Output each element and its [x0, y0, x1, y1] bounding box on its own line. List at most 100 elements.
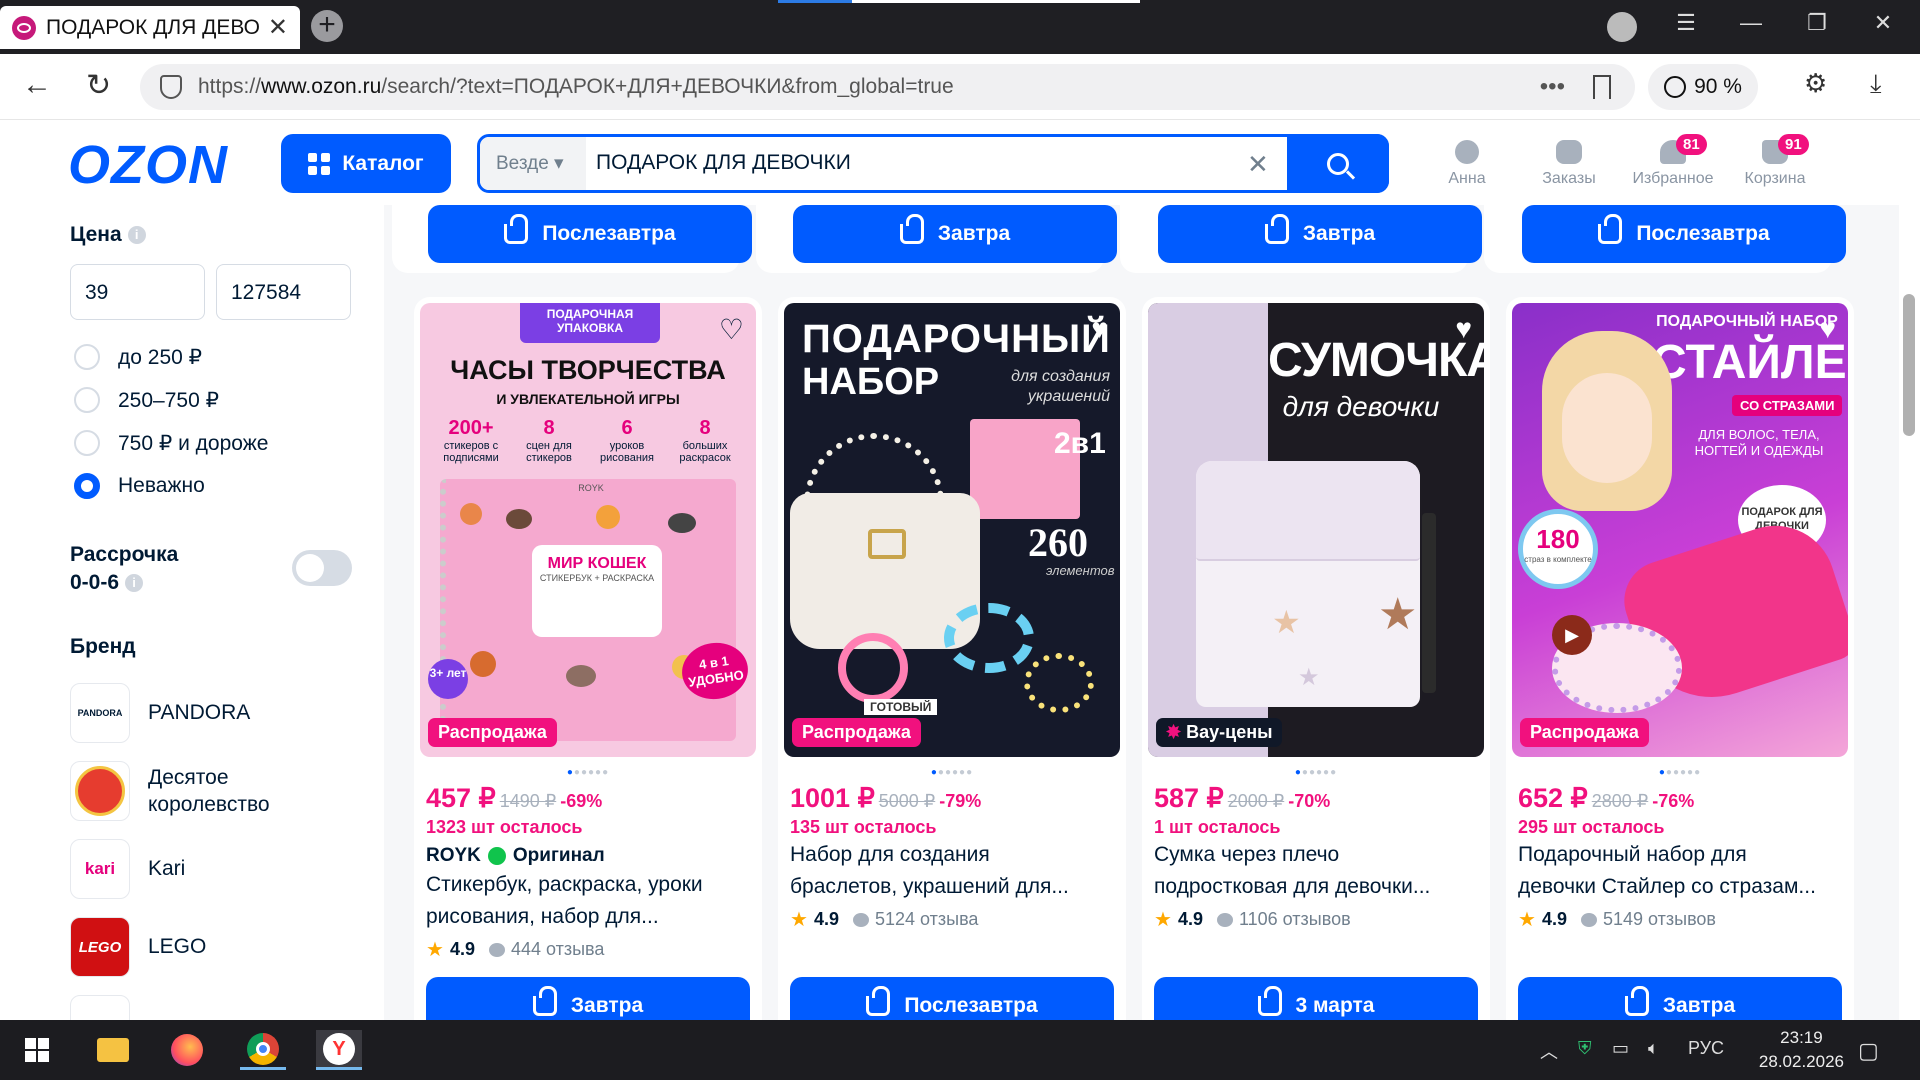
close-window-icon[interactable]: ✕	[1863, 10, 1903, 36]
input-language[interactable]: РУС	[1688, 1038, 1724, 1059]
brand-item-pandora[interactable]: PANDORA PANDORA	[70, 683, 250, 743]
brand-item-desyatoe-korolevstvo[interactable]: Десятое королевство	[70, 761, 270, 821]
reload-icon[interactable]: ↻	[86, 68, 111, 103]
image-pager-dots[interactable]: ●●●●●●	[1506, 767, 1854, 778]
product-card[interactable]: ПОДАРОЧНЫЙ НАБОР для создания украшений …	[778, 297, 1126, 1020]
taskbar-clock[interactable]: 23:19 28.02.2026	[1759, 1026, 1844, 1074]
product-card[interactable]: ПОДАРОЧНЫЙ НАБОР СТАЙЛЕР СО СТРАЗАМИ ДЛЯ…	[1506, 297, 1854, 1020]
product-title[interactable]: Стикербук, раскраска, уроки рисования, на…	[426, 869, 746, 933]
notifications-icon[interactable]: ▢	[1858, 1038, 1879, 1064]
catalog-button[interactable]: Каталог	[281, 134, 451, 193]
tray-chevron-icon[interactable]: ︿	[1540, 1038, 1558, 1064]
extensions-icon[interactable]: ⚙	[1804, 68, 1827, 99]
product-image[interactable]: ПОДАРОЧНЫЙ НАБОР для создания украшений …	[784, 303, 1120, 757]
old-price: 2000 ₽	[1227, 791, 1285, 811]
product-card[interactable]: СУМОЧКА для девочки ★ ★ ★ ♥ ✸ Вау-цены ●…	[1142, 297, 1490, 1020]
close-tab-icon[interactable]: ✕	[268, 13, 288, 42]
favorites-label: Избранное	[1632, 170, 1714, 187]
video-play-icon[interactable]: ▶	[1552, 615, 1592, 655]
installment-title: Рассрочка 0-0-6 i	[70, 543, 179, 594]
favorite-heart-icon[interactable]: ♥	[1819, 313, 1836, 345]
price-to-input[interactable]: 127584	[216, 264, 351, 320]
minimize-icon[interactable]: —	[1731, 10, 1771, 36]
product-title[interactable]: Сумка через плечо подростковая для девочк…	[1154, 839, 1474, 903]
profile-link[interactable]: Анна	[1422, 140, 1512, 188]
favorites-link[interactable]: 81 Избранное	[1628, 134, 1718, 188]
windows-start-icon[interactable]	[14, 1030, 60, 1070]
image-pager-dots[interactable]: ●●●●●●	[778, 767, 1126, 778]
product-image[interactable]: СУМОЧКА для девочки ★ ★ ★ ♥ ✸ Вау-цены	[1148, 303, 1484, 757]
info-icon[interactable]: i	[125, 574, 144, 593]
reviews-count[interactable]: 5124 отзыва	[875, 909, 978, 930]
info-icon[interactable]: i	[127, 226, 146, 245]
favorite-heart-icon[interactable]: ♥	[1455, 313, 1472, 345]
network-icon[interactable]: ▭	[1612, 1038, 1629, 1059]
image-pager-dots[interactable]: ●●●●●●	[414, 767, 762, 778]
bookmark-icon[interactable]	[1593, 75, 1611, 99]
favorite-heart-icon[interactable]: ♡	[719, 313, 744, 346]
page-scrollbar[interactable]	[1899, 120, 1920, 1020]
installment-toggle[interactable]	[292, 550, 352, 586]
delivery-button[interactable]: 3 марта	[1154, 977, 1478, 1020]
chrome-icon[interactable]	[240, 1030, 286, 1070]
delivery-button[interactable]: Завтра	[426, 977, 750, 1020]
loading-bar	[778, 0, 1140, 3]
menu-icon[interactable]: ☰	[1666, 10, 1706, 36]
product-title[interactable]: Подарочный набор для девочки Стайлер со с…	[1518, 839, 1838, 903]
image-script: для создания украшений	[1011, 368, 1110, 405]
restore-icon[interactable]: ❐	[1797, 10, 1837, 36]
zoom-indicator[interactable]: 90 %	[1648, 64, 1758, 110]
image-stat-label: сцен для стикеров	[526, 440, 572, 464]
favorites-badge: 81	[1676, 134, 1707, 155]
file-explorer-icon[interactable]	[90, 1030, 136, 1070]
delivery-button[interactable]: Послезавтра	[790, 977, 1114, 1020]
seller[interactable]: ROYK Оригинал	[426, 845, 605, 867]
browser-tab[interactable]: ПОДАРОК ДЛЯ ДЕВОЧ ✕	[0, 6, 300, 49]
price-option-2[interactable]: 250–750 ₽	[74, 387, 219, 413]
clear-search-icon[interactable]: ✕	[1247, 149, 1269, 180]
reviews-count[interactable]: 1106 отзывов	[1239, 909, 1351, 930]
price-option-3[interactable]: 750 ₽ и дороже	[74, 430, 268, 456]
cart-link[interactable]: 91 Корзина	[1730, 134, 1820, 188]
price-option-1[interactable]: до 250 ₽	[74, 344, 202, 370]
download-icon[interactable]: ⤓	[1870, 68, 1882, 100]
brand-item-lego[interactable]: LEGO LEGO	[70, 917, 206, 977]
search-input[interactable]: ПОДАРОК ДЛЯ ДЕВОЧКИ	[596, 151, 851, 175]
discount: -69%	[560, 791, 603, 811]
volume-icon[interactable]: 🔈︎	[1648, 1038, 1659, 1059]
search-scope-select[interactable]: Везде ▾	[480, 137, 586, 190]
new-tab-button[interactable]: +	[311, 10, 343, 42]
discount: -79%	[939, 791, 982, 811]
more-icon[interactable]: •••	[1540, 73, 1565, 101]
delivery-button[interactable]: Послезавтра	[428, 205, 752, 263]
product-card[interactable]: ПОДАРОЧНАЯ УПАКОВКА ЧАСЫ ТВОРЧЕСТВА И УВ…	[414, 297, 762, 1020]
search-box: Везде ▾ ПОДАРОК ДЛЯ ДЕВОЧКИ ✕	[477, 134, 1389, 193]
image-stat-label: больших раскрасок	[679, 440, 731, 464]
price-from-input[interactable]: 39	[70, 264, 205, 320]
brand-item-kari[interactable]: kari Kari	[70, 839, 185, 899]
reviews-count[interactable]: 5149 отзывов	[1603, 909, 1716, 930]
yandex-browser-icon[interactable]: Y	[316, 1030, 362, 1070]
product-image[interactable]: ПОДАРОЧНАЯ УПАКОВКА ЧАСЫ ТВОРЧЕСТВА И УВ…	[420, 303, 756, 757]
search-button[interactable]	[1287, 134, 1389, 193]
back-icon[interactable]: ←	[22, 68, 52, 102]
favorite-heart-icon[interactable]: ♥	[1091, 313, 1108, 345]
price-option-4[interactable]: Неважно	[74, 473, 205, 499]
ozon-logo[interactable]: OZON	[68, 134, 228, 196]
delivery-label: Послезавтра	[904, 994, 1038, 1017]
firefox-icon[interactable]	[164, 1030, 210, 1070]
security-shield-icon[interactable]: ⛨	[1578, 1038, 1592, 1059]
delivery-button[interactable]: Завтра	[1158, 205, 1482, 263]
image-pager-dots[interactable]: ●●●●●●	[1142, 767, 1490, 778]
delivery-button[interactable]: Послезавтра	[1522, 205, 1846, 263]
url-field[interactable]: https://www.ozon.ru/search/?text=ПОДАРОК…	[140, 64, 1635, 110]
delivery-button[interactable]: Завтра	[1518, 977, 1842, 1020]
scrollbar-thumb[interactable]	[1903, 294, 1915, 436]
reviews-count[interactable]: 444 отзыва	[511, 939, 604, 960]
profile-avatar-icon[interactable]	[1607, 12, 1637, 42]
product-title[interactable]: Набор для создания браслетов, украшений д…	[790, 839, 1110, 903]
image-stat-label: стикеров с подписями	[443, 440, 499, 464]
orders-link[interactable]: Заказы	[1524, 140, 1614, 188]
delivery-button[interactable]: Завтра	[793, 205, 1117, 263]
product-image[interactable]: ПОДАРОЧНЫЙ НАБОР СТАЙЛЕР СО СТРАЗАМИ ДЛЯ…	[1512, 303, 1848, 757]
